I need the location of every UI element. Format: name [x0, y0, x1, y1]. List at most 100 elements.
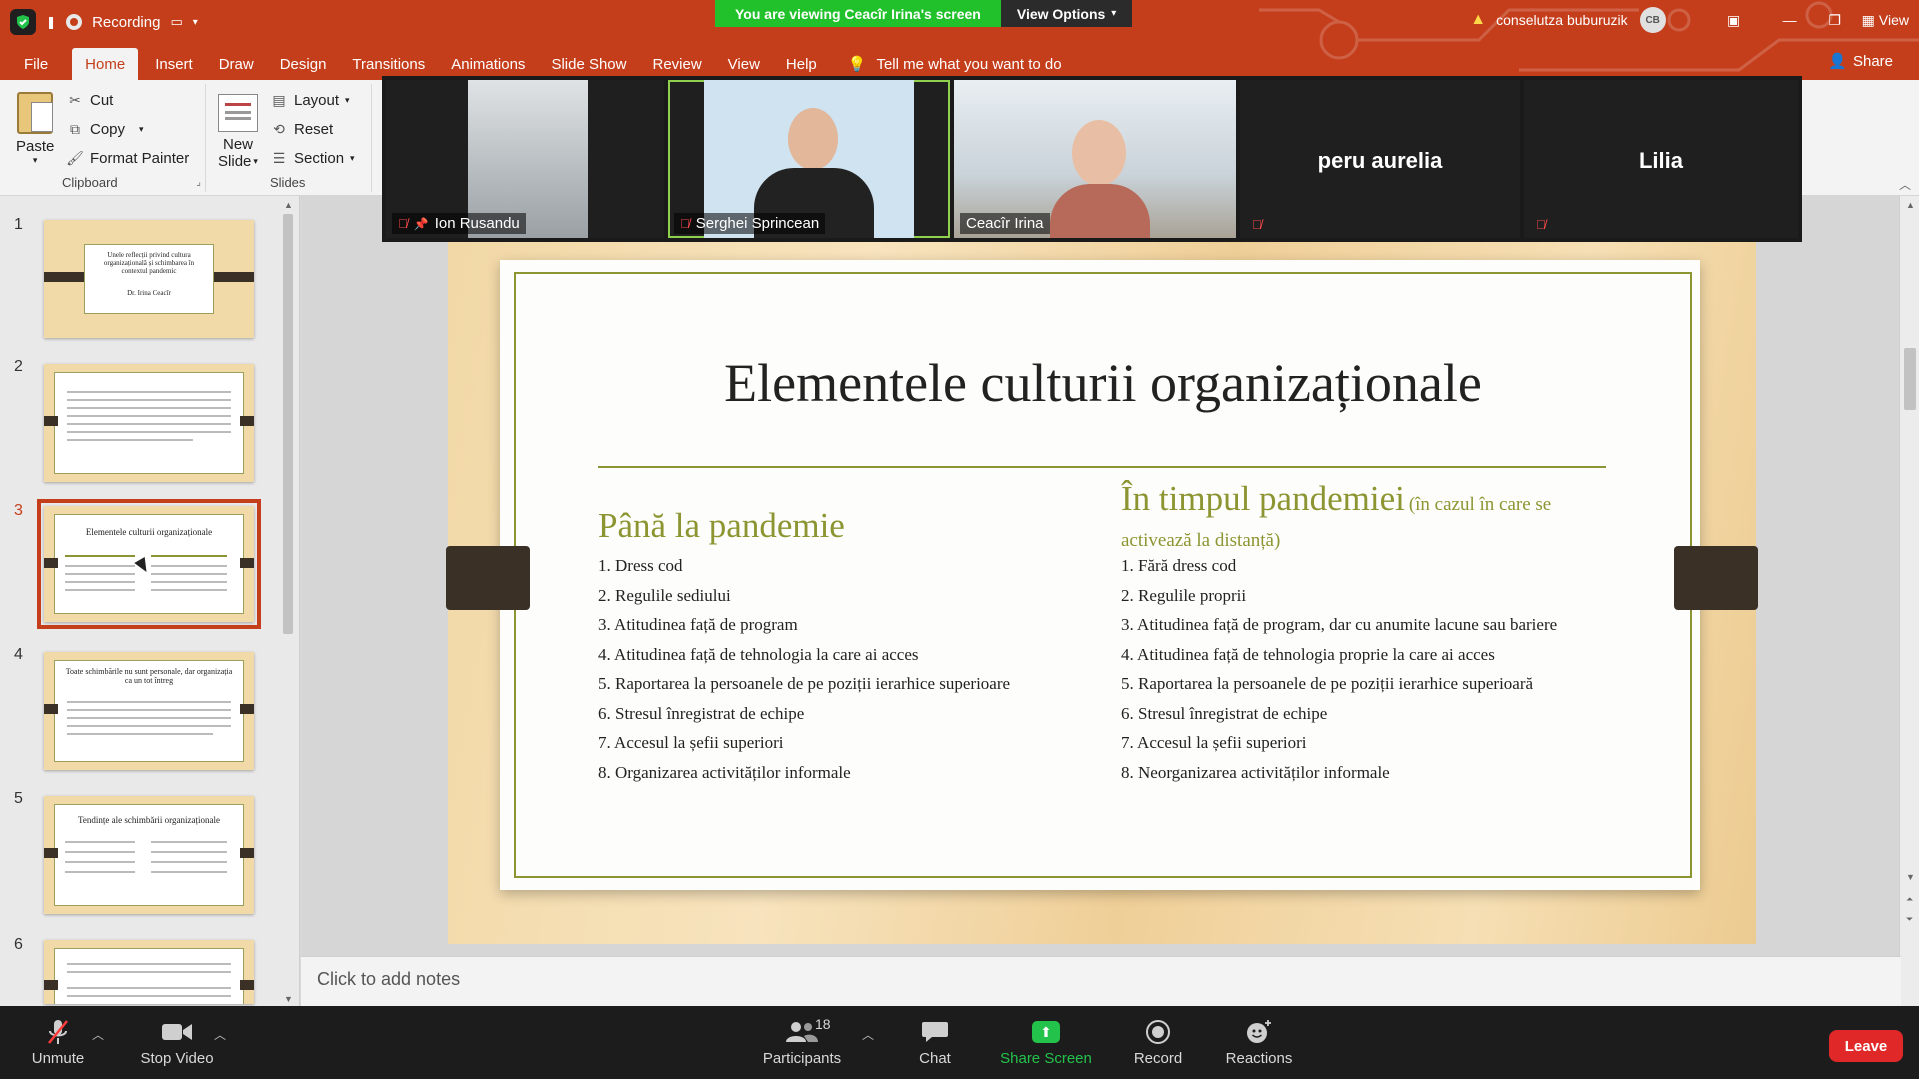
screen-share-banner: You are viewing Ceacîr Irina's screen Vi…	[715, 0, 1133, 27]
previous-slide-icon[interactable]: ⏶	[1906, 894, 1913, 905]
account-name[interactable]: conselutza buburuzik	[1496, 12, 1628, 28]
slides-group-label: Slides	[270, 175, 306, 190]
right-column-list[interactable]: 1. Fără dress cod 2. Regulile proprii 3.…	[1121, 556, 1557, 792]
thumbnail-scrollbar[interactable]: ▲ ▼	[280, 200, 296, 1004]
video-tile-peru-aurelia[interactable]: peru aurelia 🎙̸	[1240, 80, 1520, 238]
unmute-label: Unmute	[31, 1050, 85, 1067]
stop-video-button[interactable]: Stop Video	[132, 1006, 222, 1079]
layout-label: Layout	[294, 92, 340, 109]
tab-design[interactable]: Design	[267, 48, 340, 80]
record-label: Record	[1133, 1050, 1183, 1067]
participant-name: Ion Rusandu	[434, 215, 520, 232]
view-options-button[interactable]: View Options ▾	[1000, 0, 1133, 27]
collapse-ribbon-chevron-up-icon[interactable]: ︿	[1899, 176, 1911, 193]
new-slide-label-line2-text: Slide	[218, 153, 252, 170]
thumbnail-paper: Elementele culturii organizaționale	[54, 514, 244, 614]
share-button[interactable]: 👤 Share	[1828, 52, 1893, 71]
tab-draw[interactable]: Draw	[206, 48, 267, 80]
section-button[interactable]: ☰ Section ▾	[270, 150, 355, 167]
leave-meeting-button[interactable]: Leave	[1829, 1030, 1903, 1062]
thumbnail-number: 4	[14, 646, 23, 663]
participant-label: Ceacîr Irina	[960, 213, 1050, 234]
unmute-button[interactable]: Unmute	[22, 1006, 94, 1079]
video-tile-serghei-sprincean[interactable]: 🎙̸ Serghei Sprincean	[668, 80, 950, 238]
tab-file[interactable]: File	[0, 48, 68, 80]
reset-icon: ⟲	[273, 121, 285, 137]
slide-thumbnail-5[interactable]: Tendințe ale schimbării organizaționale	[44, 796, 254, 914]
reset-button[interactable]: ⟲ Reset	[270, 121, 333, 138]
scroll-thumb[interactable]	[1904, 348, 1916, 410]
cut-button[interactable]: ✂ Cut	[66, 92, 113, 109]
quick-access-icon[interactable]: ▭	[170, 14, 182, 30]
left-column-list[interactable]: 1. Dress cod 2. Regulile sediului 3. Ati…	[598, 556, 1010, 792]
new-slide-button[interactable]: New Slide ▾	[218, 94, 258, 170]
chat-bubble-icon	[918, 1018, 952, 1046]
thumbnail-paper	[54, 948, 244, 1004]
participant-label: 🎙̸	[1530, 215, 1552, 234]
paste-button[interactable]: Paste ▾	[16, 92, 54, 166]
notes-pane[interactable]: Click to add notes	[301, 956, 1901, 1006]
chat-button[interactable]: Chat	[900, 1006, 970, 1079]
participant-name: peru aurelia	[1317, 148, 1443, 173]
section-label: Section	[294, 150, 345, 167]
left-column-heading[interactable]: Până la pandemie	[598, 506, 845, 546]
record-button[interactable]: Record	[1122, 1006, 1194, 1079]
audio-options-chevron-up-icon[interactable]: ︿	[92, 1026, 104, 1043]
security-shield-icon[interactable]	[10, 9, 36, 35]
next-slide-icon[interactable]: ⏷	[1906, 914, 1913, 925]
customize-chevron-down-icon[interactable]: ▾	[193, 17, 198, 28]
format-painter-button[interactable]: 🖌 Format Painter	[66, 150, 189, 167]
slide-scrollbar[interactable]: ▲ ▼ ⏶ ⏷	[1899, 196, 1919, 1006]
list-item: 7. Accesul la șefii superiori	[598, 733, 784, 752]
thumbnail-number: 6	[14, 936, 23, 953]
participants-icon: 18	[785, 1016, 831, 1046]
minimize-icon[interactable]: —	[1762, 0, 1818, 40]
chevron-down-icon: ▾	[1111, 8, 1117, 19]
view-options-label: View Options	[1016, 5, 1106, 22]
participants-button[interactable]: 18 Participants	[756, 1006, 848, 1079]
slide-thumbnail-3[interactable]: Elementele culturii organizaționale	[37, 499, 261, 629]
restore-icon[interactable]: ❐	[1818, 0, 1852, 40]
video-tile-ceacir-irina[interactable]: Ceacîr Irina	[954, 80, 1236, 238]
participants-chevron-up-icon[interactable]: ︿	[862, 1026, 874, 1043]
view-button[interactable]: ▦ View	[1852, 0, 1919, 40]
user-avatar[interactable]: CB	[1639, 7, 1666, 33]
thumbnail-clip	[44, 980, 58, 990]
thumbnail-clip	[240, 848, 254, 858]
pause-icon: ❚	[46, 15, 57, 29]
tab-home[interactable]: Home	[72, 48, 139, 80]
list-item: 4. Atitudinea față de tehnologia la care…	[598, 644, 919, 664]
layout-button[interactable]: ▤ Layout ▾	[270, 92, 349, 109]
slide-thumbnail-6[interactable]	[44, 940, 254, 1004]
tab-insert[interactable]: Insert	[142, 48, 206, 80]
video-camera-icon	[160, 1018, 194, 1046]
copy-button[interactable]: ⧉ Copy ▾	[66, 121, 144, 138]
section-icon: ☰	[272, 150, 286, 166]
participant-label: 🎙̸	[1246, 215, 1268, 234]
grid-view-icon: ▦	[1861, 11, 1875, 28]
scroll-up-icon[interactable]: ▲	[1906, 200, 1915, 210]
slide-thumbnail-4[interactable]: Toate schimbările nu sunt personale, dar…	[44, 652, 254, 770]
dialog-launcher-icon[interactable]: ⌟	[196, 177, 201, 188]
slide-title[interactable]: Elementele culturii organizaționale	[514, 352, 1692, 414]
scroll-thumb[interactable]	[283, 214, 293, 634]
section-chevron-down-icon: ▾	[350, 153, 355, 163]
slide-thumbnail-1[interactable]: Unele reflecții privind cultura organiza…	[44, 220, 254, 338]
recording-label[interactable]: Recording	[92, 14, 160, 31]
video-tile-ion-rusandu[interactable]: 🎙̸ 📌 Ion Rusandu	[386, 80, 664, 238]
video-options-chevron-up-icon[interactable]: ︿	[214, 1026, 226, 1043]
reactions-button[interactable]: Reactions	[1218, 1006, 1300, 1079]
video-tile-lilia[interactable]: Lilia 🎙̸	[1524, 80, 1798, 238]
thumbnail-subtitle: Dr. Irina Ceacîr	[127, 289, 171, 297]
scroll-up-icon[interactable]: ▲	[284, 200, 293, 210]
right-column-heading[interactable]: În timpul pandemiei (în cazul în care se…	[1121, 481, 1641, 560]
list-item: 7. Accesul la șefii superiori	[1121, 733, 1307, 752]
slide-thumbnail-2[interactable]	[44, 364, 254, 482]
slide-thumbnail-pane: 1 Unele reflecții privind cultura organi…	[0, 196, 300, 1008]
ribbon-display-icon[interactable]: ▣	[1706, 0, 1762, 40]
scroll-down-icon[interactable]: ▼	[284, 994, 293, 1004]
list-item: 4. Atitudinea față de tehnologia proprie…	[1121, 644, 1495, 664]
record-icon	[1141, 1018, 1175, 1046]
scroll-down-icon[interactable]: ▼	[1906, 872, 1915, 882]
share-screen-button[interactable]: ⬆ Share Screen	[996, 1006, 1096, 1079]
